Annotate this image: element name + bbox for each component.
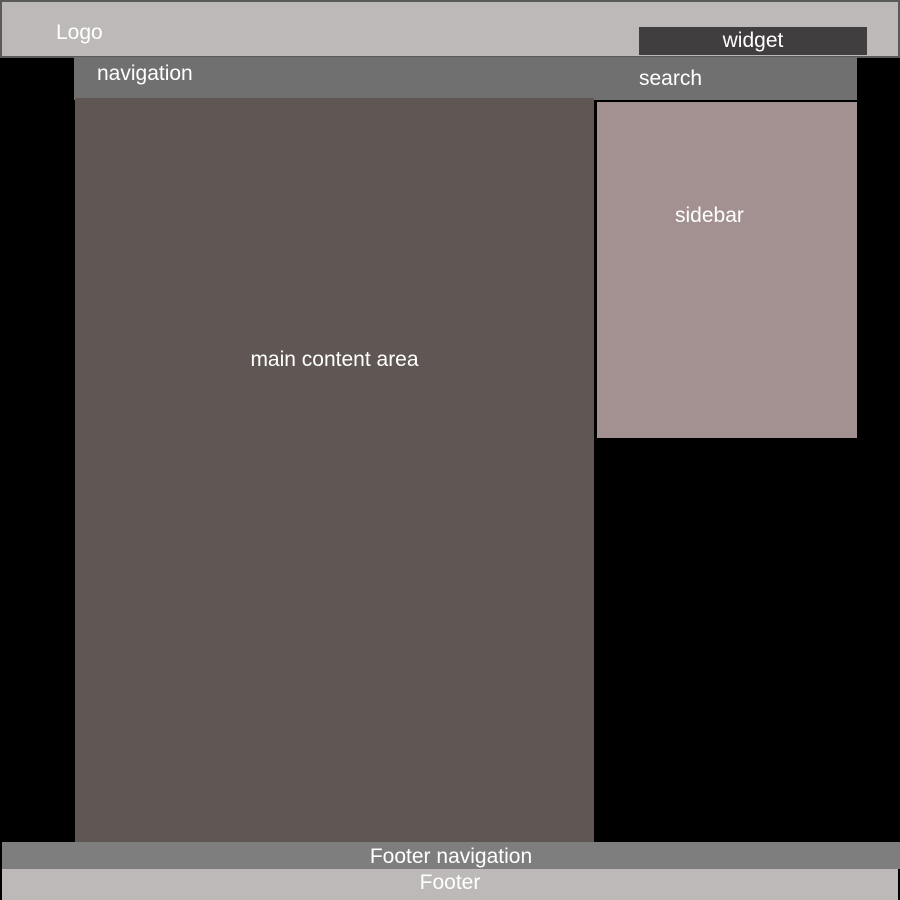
sidebar-label: sidebar [675, 204, 744, 227]
footer-label: Footer [419, 871, 481, 894]
main-content-label: main content area [250, 348, 419, 371]
navigation-bar: navigation search [74, 57, 857, 100]
search-label: search [639, 67, 703, 90]
footer-navigation-label: Footer navigation [369, 845, 533, 868]
footer-navigation-bar: Footer navigation [2, 842, 900, 869]
logo-label: Logo [56, 21, 103, 44]
navigation-label: navigation [97, 62, 193, 85]
widget-box: widget [639, 27, 867, 55]
main-content-area: main content area [75, 98, 594, 843]
footer-region: Footer [2, 869, 898, 900]
widget-label: widget [722, 29, 784, 52]
sidebar-region: sidebar [597, 102, 857, 438]
